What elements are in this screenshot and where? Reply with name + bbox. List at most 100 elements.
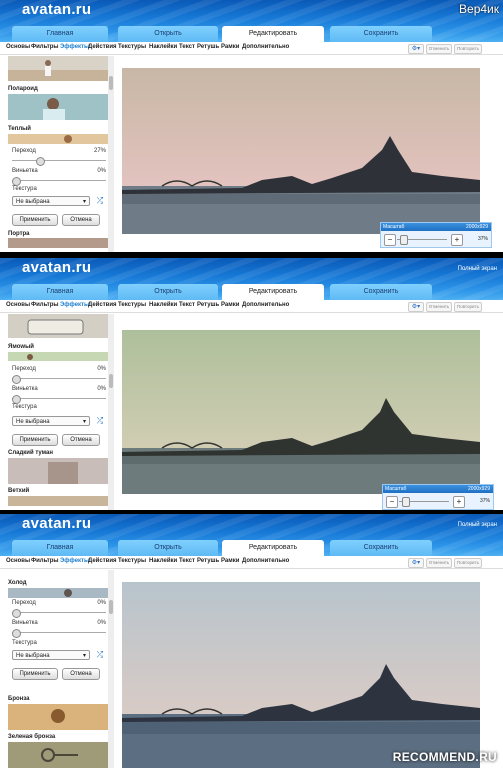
- submenu-effects[interactable]: Эффекты: [60, 302, 89, 308]
- tab-home[interactable]: Главная: [12, 26, 108, 42]
- tab-home[interactable]: Главная: [12, 540, 108, 556]
- site-logo[interactable]: avatan.ru: [22, 515, 91, 532]
- tab-open[interactable]: Открыть: [118, 540, 218, 556]
- transition-slider[interactable]: [12, 609, 106, 618]
- submenu-frames[interactable]: Рамки: [221, 302, 239, 308]
- submenu-basics[interactable]: Основы: [6, 558, 30, 564]
- tab-open[interactable]: Открыть: [118, 26, 218, 42]
- tab-open[interactable]: Открыть: [118, 284, 218, 300]
- zoom-out-button[interactable]: −: [386, 496, 398, 508]
- submenu-basics[interactable]: Основы: [6, 302, 30, 308]
- submenu-actions[interactable]: Действия: [88, 302, 117, 308]
- texture-select[interactable]: Не выбрана ▾: [12, 650, 90, 660]
- submenu-more[interactable]: Дополнительно: [242, 44, 289, 50]
- submenu-textures[interactable]: Текстуры: [118, 302, 146, 308]
- undo-button[interactable]: Отменить: [426, 44, 452, 54]
- scrollbar-thumb[interactable]: [109, 600, 113, 614]
- submenu-filters[interactable]: Фильтры: [31, 302, 59, 308]
- effect-thumbnail-sweet-fog[interactable]: [8, 458, 110, 484]
- submenu-retouch[interactable]: Ретушь: [197, 302, 219, 308]
- zoom-in-button[interactable]: +: [451, 234, 463, 246]
- zoom-header[interactable]: Масштаб 2000x929: [383, 485, 493, 493]
- transition-slider[interactable]: [12, 157, 106, 166]
- shuffle-icon[interactable]: ⤮: [94, 196, 106, 206]
- tab-save[interactable]: Сохранить: [330, 540, 432, 556]
- texture-select[interactable]: Не выбрана ▾: [12, 416, 90, 426]
- zoom-in-button[interactable]: +: [453, 496, 465, 508]
- fullscreen-link[interactable]: Полный экран: [458, 266, 497, 272]
- submenu-text[interactable]: Текст: [179, 302, 195, 308]
- vignette-slider[interactable]: [12, 629, 106, 638]
- cancel-button[interactable]: Отмена: [62, 434, 100, 446]
- undo-button[interactable]: Отменить: [426, 302, 452, 312]
- effect-thumbnail-bus[interactable]: [8, 314, 110, 338]
- effect-thumbnail-bronze[interactable]: [8, 704, 110, 730]
- transition-slider-knob[interactable]: [36, 157, 45, 166]
- apply-button[interactable]: Применить: [12, 434, 58, 446]
- submenu-actions[interactable]: Действия: [88, 558, 117, 564]
- tab-edit[interactable]: Редактировать: [222, 284, 324, 300]
- fullscreen-link[interactable]: Полный экран: [458, 522, 497, 528]
- submenu-effects[interactable]: Эффекты: [60, 44, 89, 50]
- zoom-header[interactable]: Масштаб 2000x929: [381, 223, 491, 231]
- submenu-more[interactable]: Дополнительно: [242, 558, 289, 564]
- effect-thumbnail-green-bronze[interactable]: [8, 742, 110, 768]
- texture-select[interactable]: Не выбрана ▾: [12, 196, 90, 206]
- sidebar-scrollbar[interactable]: [108, 56, 114, 252]
- submenu-retouch[interactable]: Ретушь: [197, 558, 219, 564]
- submenu-more[interactable]: Дополнительно: [242, 302, 289, 308]
- submenu-stickers[interactable]: Наклейки: [149, 558, 177, 564]
- transition-slider-knob[interactable]: [12, 609, 21, 618]
- vignette-slider-knob[interactable]: [12, 395, 21, 404]
- submenu-actions[interactable]: Действия: [88, 44, 117, 50]
- submenu-effects[interactable]: Эффекты: [60, 558, 89, 564]
- zoom-slider-knob[interactable]: [400, 235, 408, 245]
- submenu-stickers[interactable]: Наклейки: [149, 302, 177, 308]
- shuffle-icon[interactable]: ⤮: [94, 416, 106, 426]
- vignette-slider[interactable]: [12, 395, 106, 404]
- submenu-basics[interactable]: Основы: [6, 44, 30, 50]
- tab-save[interactable]: Сохранить: [330, 26, 432, 42]
- tab-edit[interactable]: Редактировать: [222, 26, 324, 42]
- submenu-frames[interactable]: Рамки: [221, 44, 239, 50]
- sidebar-scrollbar[interactable]: [108, 314, 114, 510]
- redo-button[interactable]: Повторить: [454, 558, 482, 568]
- undo-button[interactable]: Отменить: [426, 558, 452, 568]
- cancel-button[interactable]: Отмена: [62, 668, 100, 680]
- scrollbar-thumb[interactable]: [109, 76, 113, 90]
- tab-home[interactable]: Главная: [12, 284, 108, 300]
- submenu-stickers[interactable]: Наклейки: [149, 44, 177, 50]
- transition-slider[interactable]: [12, 375, 106, 384]
- shuffle-icon[interactable]: ⤮: [94, 650, 106, 660]
- effect-thumbnail-selected[interactable]: [8, 352, 110, 361]
- submenu-filters[interactable]: Фильтры: [31, 44, 59, 50]
- zoom-slider-knob[interactable]: [402, 497, 410, 507]
- submenu-text[interactable]: Текст: [179, 44, 195, 50]
- submenu-text[interactable]: Текст: [179, 558, 195, 564]
- vignette-slider[interactable]: [12, 177, 106, 186]
- vignette-slider-knob[interactable]: [12, 629, 21, 638]
- zoom-out-button[interactable]: −: [384, 234, 396, 246]
- submenu-filters[interactable]: Фильтры: [31, 558, 59, 564]
- sidebar-scrollbar[interactable]: [108, 570, 114, 768]
- effect-thumbnail-old[interactable]: [8, 496, 110, 506]
- submenu-textures[interactable]: Текстуры: [118, 558, 146, 564]
- site-logo[interactable]: avatan.ru: [22, 259, 91, 276]
- settings-gear-icon[interactable]: ⚙▾: [408, 44, 424, 54]
- site-logo[interactable]: avatan.ru: [22, 1, 91, 18]
- settings-gear-icon[interactable]: ⚙▾: [408, 302, 424, 312]
- redo-button[interactable]: Повторить: [454, 302, 482, 312]
- submenu-frames[interactable]: Рамки: [221, 558, 239, 564]
- transition-slider-knob[interactable]: [12, 375, 21, 384]
- effect-thumbnail-beach[interactable]: [8, 56, 110, 81]
- vignette-slider-knob[interactable]: [12, 177, 21, 186]
- tab-edit[interactable]: Редактировать: [222, 540, 324, 556]
- submenu-textures[interactable]: Текстуры: [118, 44, 146, 50]
- effect-thumbnail-portrait[interactable]: [8, 238, 110, 248]
- apply-button[interactable]: Применить: [12, 214, 58, 226]
- redo-button[interactable]: Повторить: [454, 44, 482, 54]
- settings-gear-icon[interactable]: ⚙▾: [408, 558, 424, 568]
- tab-save[interactable]: Сохранить: [330, 284, 432, 300]
- effect-thumbnail-cold[interactable]: [8, 588, 110, 598]
- cancel-button[interactable]: Отмена: [62, 214, 100, 226]
